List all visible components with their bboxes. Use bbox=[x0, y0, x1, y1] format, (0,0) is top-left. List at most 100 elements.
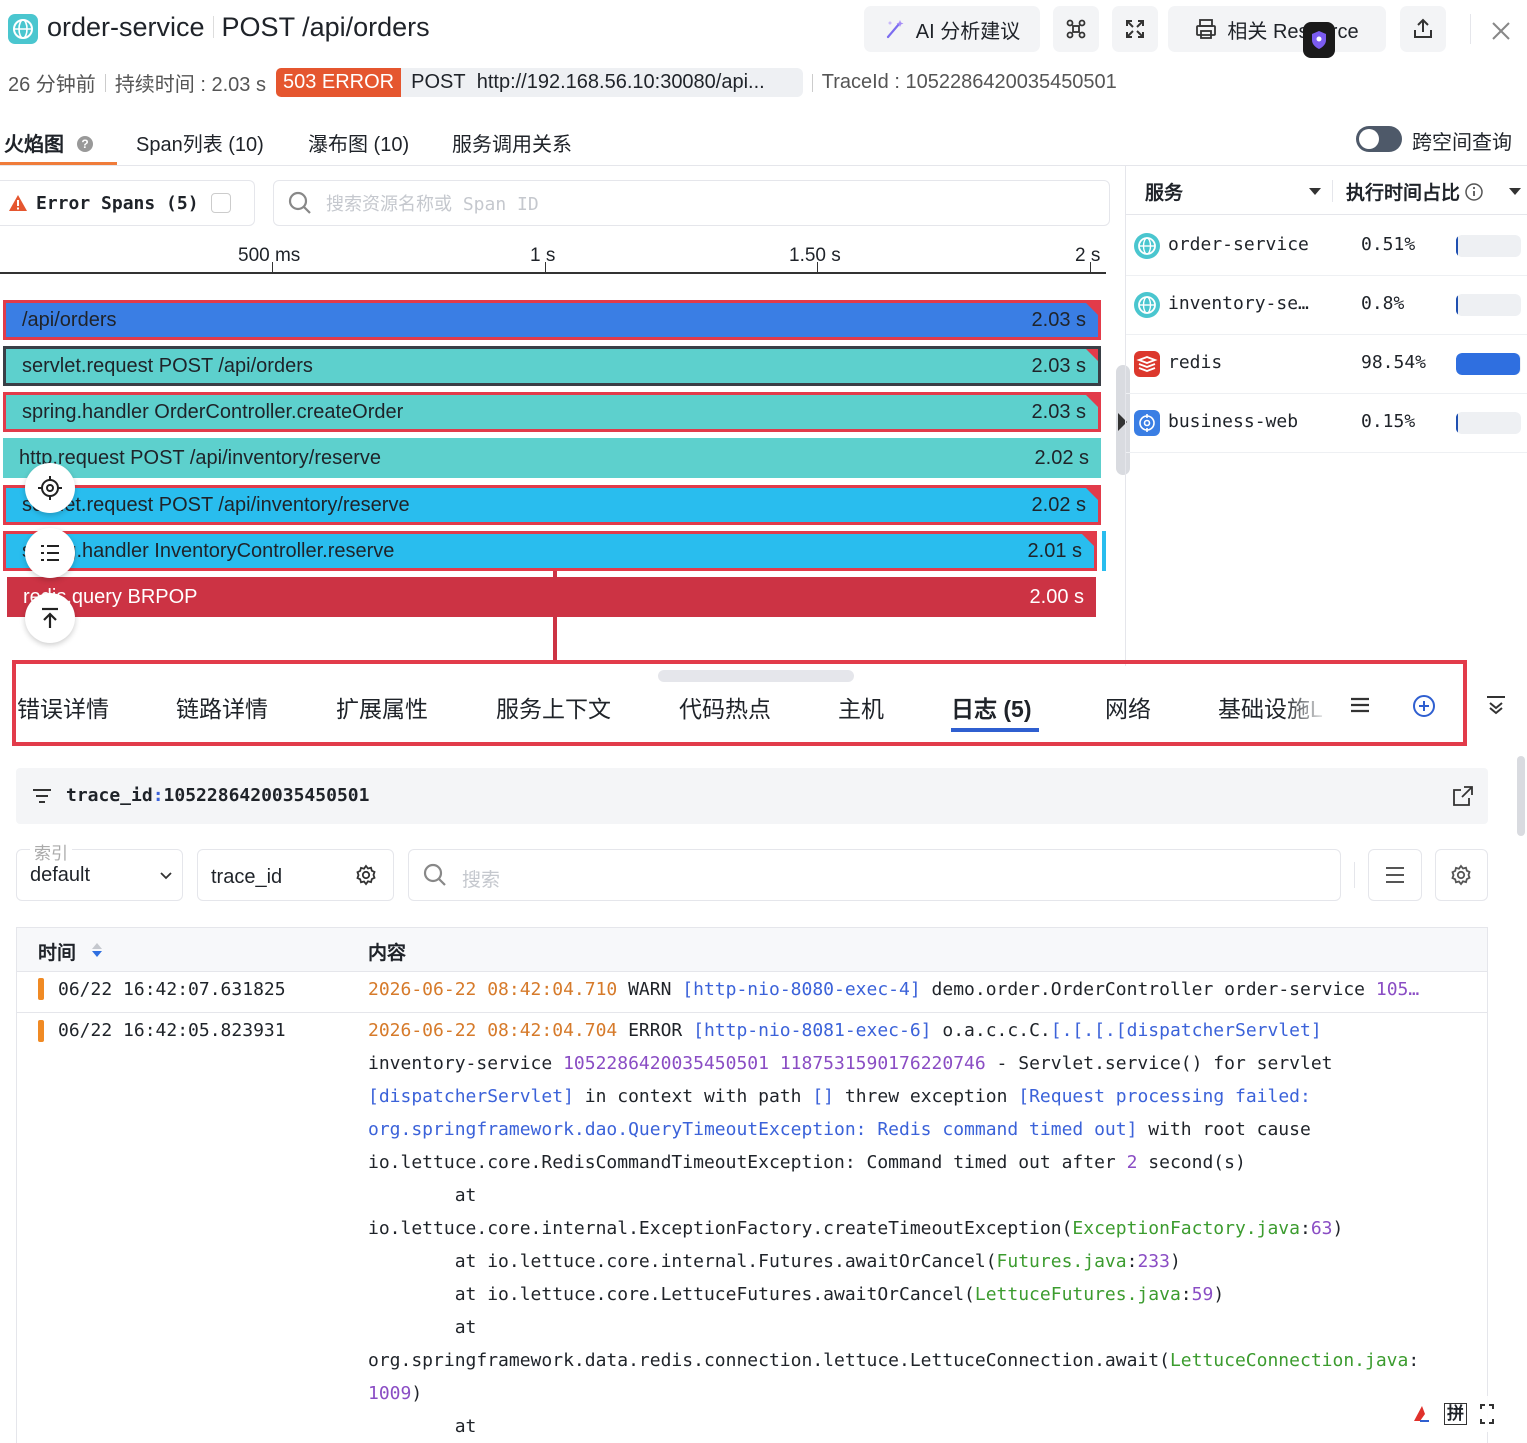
tab-logs[interactable]: 日志 (5) bbox=[951, 690, 1032, 724]
cross-space-toggle[interactable] bbox=[1356, 126, 1402, 152]
service-pct: 0.15% bbox=[1361, 411, 1416, 432]
help-icon[interactable]: ? bbox=[76, 135, 94, 153]
span-tail-marker bbox=[1102, 531, 1106, 571]
query-value: 1052286420035450501 bbox=[163, 785, 370, 806]
info-icon[interactable] bbox=[1465, 183, 1484, 201]
collapse-down-icon[interactable] bbox=[1484, 693, 1510, 719]
tab-infrastructure[interactable]: 基础设施L bbox=[1218, 690, 1328, 724]
trace-meta-row: 26 分钟前 持续时间 : 2.03 s 503 ERROR POST http… bbox=[8, 68, 1117, 97]
table-row[interactable]: 06/22 16:42:07.631825 2026-06-22 08:42:0… bbox=[16, 972, 1488, 1012]
flame-span-bar[interactable]: spring.handler InventoryController.reser… bbox=[3, 531, 1097, 571]
trace-id-text[interactable]: TraceId : 1052286420035450501 bbox=[822, 71, 1117, 94]
extension-shield-icon[interactable] bbox=[1303, 22, 1335, 58]
service-row[interactable]: redis 98.54% bbox=[1126, 335, 1527, 394]
tab-waterfall[interactable]: 瀑布图 (10) bbox=[308, 128, 409, 157]
col-time-label: 时间 bbox=[38, 943, 77, 964]
span-search-placeholder: 搜索资源名称或 Span ID bbox=[326, 194, 539, 215]
detail-scrollbar[interactable] bbox=[1517, 756, 1525, 836]
error-spans-label: Error Spans (5) bbox=[36, 192, 199, 214]
flame-span-bar[interactable]: spring.handler OrderController.createOrd… bbox=[3, 392, 1101, 432]
ime-toolbar[interactable]: 拼 bbox=[1396, 1396, 1506, 1432]
redis-icon bbox=[1134, 351, 1160, 377]
log-content: 2026-06-22 08:42:04.710 WARN [http-nio-8… bbox=[368, 979, 1420, 1000]
ime-mode-label[interactable]: 拼 bbox=[1444, 1403, 1467, 1425]
error-spans-filter[interactable]: Error Spans (5) bbox=[0, 180, 255, 226]
related-resource-button[interactable]: 相关 Resource bbox=[1168, 6, 1386, 52]
open-external-icon[interactable] bbox=[1452, 785, 1474, 807]
gear-icon bbox=[1450, 864, 1472, 886]
log-time: 06/22 16:42:05.823931 bbox=[58, 1020, 286, 1041]
index-value: default bbox=[30, 864, 91, 886]
span-name: /api/orders bbox=[22, 308, 117, 331]
flame-span-bar[interactable]: redis.query BRPOP 2.00 s bbox=[7, 577, 1096, 617]
target-icon bbox=[38, 476, 62, 500]
list-view-button[interactable] bbox=[25, 528, 75, 578]
web-icon bbox=[1134, 410, 1160, 436]
panel-divider bbox=[1126, 214, 1527, 215]
col-time-header[interactable]: 时间 bbox=[38, 938, 76, 965]
caret-down-icon[interactable] bbox=[1309, 188, 1321, 195]
ai-analysis-button[interactable]: AI 分析建议 bbox=[864, 6, 1040, 52]
globe-icon bbox=[1134, 233, 1160, 259]
toolbar-divider bbox=[1354, 862, 1355, 888]
ratio-col-header[interactable]: 执行时间占比 bbox=[1346, 178, 1484, 205]
tab-trace-details[interactable]: 链路详情 bbox=[176, 690, 268, 724]
log-search-input[interactable] bbox=[408, 849, 1341, 901]
tab-code-hotspots[interactable]: 代码热点 bbox=[679, 690, 771, 724]
back-to-top-button[interactable] bbox=[25, 593, 75, 643]
request-url-box[interactable]: POST http://192.168.56.10:30080/api... bbox=[401, 68, 803, 97]
service-row[interactable]: order-service 0.51% bbox=[1126, 217, 1527, 276]
filter-icon bbox=[32, 786, 52, 806]
axis-tick-label: 2 s bbox=[1075, 245, 1101, 266]
tab-flame-graph[interactable]: 火焰图 ? bbox=[4, 128, 94, 157]
axis-tick-label: 1 s bbox=[530, 245, 556, 266]
service-row[interactable]: business-web 0.15% bbox=[1126, 394, 1527, 453]
gear-icon[interactable] bbox=[355, 864, 377, 886]
tab-extended-attrs[interactable]: 扩展属性 bbox=[336, 690, 428, 724]
share-button[interactable] bbox=[1400, 6, 1446, 52]
flame-span-bar[interactable]: http.request POST /api/inventory/reserve… bbox=[3, 438, 1101, 478]
span-duration: 2.03 s bbox=[1031, 308, 1086, 331]
tab-span-list[interactable]: Span列表 (10) bbox=[136, 128, 264, 157]
topology-button[interactable] bbox=[1053, 6, 1099, 52]
axis-tick bbox=[272, 262, 273, 274]
span-name: servlet.request POST /api/inventory/rese… bbox=[22, 493, 410, 516]
services-col-header[interactable]: 服务 bbox=[1145, 178, 1183, 205]
printer-icon bbox=[1196, 19, 1217, 39]
tab-service-context[interactable]: 服务上下文 bbox=[496, 690, 611, 724]
expand-icon bbox=[1126, 20, 1144, 38]
axis-tick bbox=[545, 262, 546, 274]
error-spans-checkbox[interactable] bbox=[210, 193, 231, 213]
service-row[interactable]: inventory-se… 0.8% bbox=[1126, 276, 1527, 335]
flame-span-bar[interactable]: servlet.request POST /api/inventory/rese… bbox=[3, 485, 1101, 525]
caret-down-icon[interactable] bbox=[1509, 188, 1521, 195]
tab-host[interactable]: 主机 bbox=[838, 690, 884, 724]
service-pct: 98.54% bbox=[1361, 352, 1427, 373]
tab-menu-icon[interactable] bbox=[1348, 693, 1374, 719]
topology-icon bbox=[1066, 19, 1086, 39]
service-name: inventory-se… bbox=[1168, 293, 1309, 314]
ratio-bar bbox=[1456, 235, 1521, 257]
service-name: order-service bbox=[47, 12, 205, 42]
span-search-input[interactable]: 搜索资源名称或 Span ID bbox=[273, 180, 1110, 226]
level-indicator bbox=[38, 1020, 44, 1042]
tab-service-calls[interactable]: 服务调用关系 bbox=[452, 128, 572, 157]
axis-tick-label: 1.50 s bbox=[789, 245, 841, 266]
tab-error-details[interactable]: 错误详情 bbox=[17, 690, 109, 724]
ime-expand-icon[interactable] bbox=[1479, 1403, 1495, 1425]
flame-span-bar[interactable]: /api/orders 2.03 s bbox=[3, 300, 1101, 340]
endpoint-name: POST /api/orders bbox=[221, 12, 430, 42]
span-name: spring.handler InventoryController.reser… bbox=[22, 539, 395, 562]
span-duration: 2.01 s bbox=[1027, 539, 1082, 562]
arrow-to-top-icon bbox=[42, 607, 58, 628]
close-icon[interactable] bbox=[1488, 18, 1514, 44]
span-duration: 2.03 s bbox=[1031, 354, 1086, 377]
flame-span-bar-selected[interactable]: servlet.request POST /api/orders 2.03 s bbox=[3, 346, 1101, 386]
tab-network[interactable]: 网络 bbox=[1105, 690, 1151, 724]
log-query-text[interactable]: trace_id:1052286420035450501 bbox=[66, 785, 369, 806]
sort-icon[interactable] bbox=[90, 940, 104, 960]
add-tab-icon[interactable] bbox=[1411, 693, 1437, 719]
table-row[interactable]: 06/22 16:42:05.823931 2026-06-22 08:42:0… bbox=[16, 1012, 1488, 1443]
locate-button[interactable] bbox=[25, 463, 75, 513]
fullscreen-button[interactable] bbox=[1112, 6, 1158, 52]
